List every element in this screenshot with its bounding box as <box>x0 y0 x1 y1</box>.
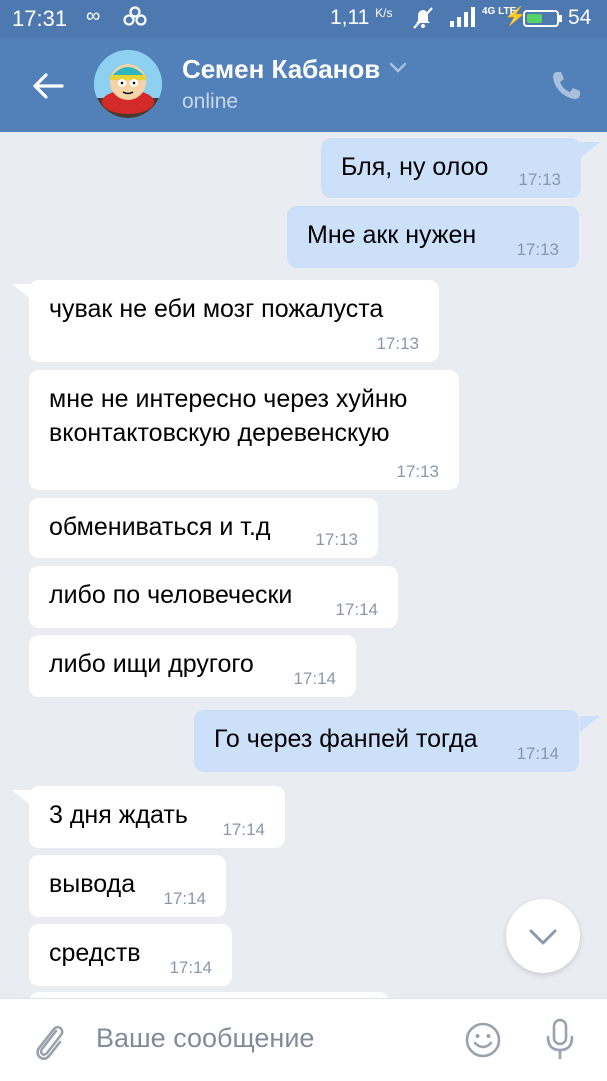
message-bubble[interactable]: либо ищи другого 17:14 <box>29 635 356 697</box>
message-time: 17:14 <box>516 744 559 763</box>
message-time: 17:13 <box>376 334 419 353</box>
message-text: чувак не еби мозг пожалуста <box>49 295 384 323</box>
message-time: 17:13 <box>516 240 559 259</box>
message-bubble[interactable]: Го через фанпей тогда 17:14 <box>194 710 579 772</box>
paperclip-icon <box>36 1025 64 1060</box>
message-time: 17:14 <box>169 958 212 977</box>
message-bubble[interactable]: мне не интересно через хуйню вконтактовс… <box>29 370 459 490</box>
infinity-icon: ∞ <box>86 5 101 27</box>
message-bubble[interactable]: обмениваться и т.д 17:13 <box>29 498 378 558</box>
bubble-tail <box>580 142 600 158</box>
status-time: 17:31 <box>12 6 68 31</box>
status-bar: 17:31 ∞ 1,11 K/s 4G LTE ⚡ 54 <box>0 0 607 38</box>
message-text: обмениваться и т.д <box>49 513 271 541</box>
contact-avatar[interactable] <box>94 50 162 118</box>
message-list[interactable]: Бля, ну олоо 17:13 Мне акк нужен 17:13 ч… <box>0 132 607 998</box>
message-time: 17:14 <box>163 889 206 908</box>
emoji-button[interactable] <box>464 1021 502 1059</box>
message-time: 17:14 <box>335 600 378 619</box>
chat-header: Семен Кабанов online <box>0 38 607 132</box>
phone-icon <box>553 72 580 99</box>
message-bubble[interactable]: 3 дня ждать 17:14 <box>29 786 285 848</box>
message-text: либо по человечески <box>49 581 293 609</box>
message-bubble[interactable]: Мне акк нужен 17:13 <box>287 206 579 268</box>
network-speed: 1,11 K/s <box>330 6 393 29</box>
link-icon <box>122 5 148 33</box>
message-time: 17:14 <box>222 820 265 839</box>
smiley-icon <box>465 1022 501 1058</box>
message-text: Го через фанпей тогда <box>214 725 478 753</box>
message-input[interactable] <box>96 1023 426 1054</box>
chevron-down-icon[interactable] <box>388 60 408 76</box>
message-bubble[interactable]: вывода 17:14 <box>29 855 226 917</box>
microphone-icon <box>546 1018 574 1060</box>
back-button[interactable] <box>28 66 68 106</box>
chevron-down-icon <box>529 929 557 945</box>
voice-button[interactable] <box>543 1017 577 1061</box>
battery-tip <box>559 15 562 22</box>
message-bubble[interactable]: чувак не еби мозг пожалуста 17:13 <box>29 280 439 362</box>
message-text: мне не интересно через хуйню вконтактовс… <box>49 385 408 447</box>
attach-button[interactable] <box>28 1019 68 1063</box>
bubble-tail <box>580 716 600 732</box>
battery-fill <box>527 14 543 23</box>
battery-percent: 54 <box>568 6 592 29</box>
mute-icon <box>410 5 436 37</box>
message-time: 17:13 <box>396 462 439 481</box>
signal-icon <box>448 5 478 35</box>
message-bubble[interactable]: либо по человечески 17:14 <box>29 566 398 628</box>
message-time: 17:13 <box>518 170 561 189</box>
message-bubble[interactable]: Бля, ну олоо 17:13 <box>321 138 581 198</box>
message-time: 17:13 <box>315 530 358 549</box>
contact-name[interactable]: Семен Кабанов <box>182 54 380 85</box>
battery-icon <box>523 10 559 27</box>
scroll-down-button[interactable] <box>506 899 580 973</box>
call-button[interactable] <box>548 68 584 104</box>
composer-bar <box>0 998 607 1081</box>
arrow-left-icon <box>33 73 64 99</box>
contact-status: online <box>182 90 239 113</box>
message-time: 17:14 <box>293 669 336 688</box>
message-bubble[interactable]: средств 17:14 <box>29 924 232 986</box>
